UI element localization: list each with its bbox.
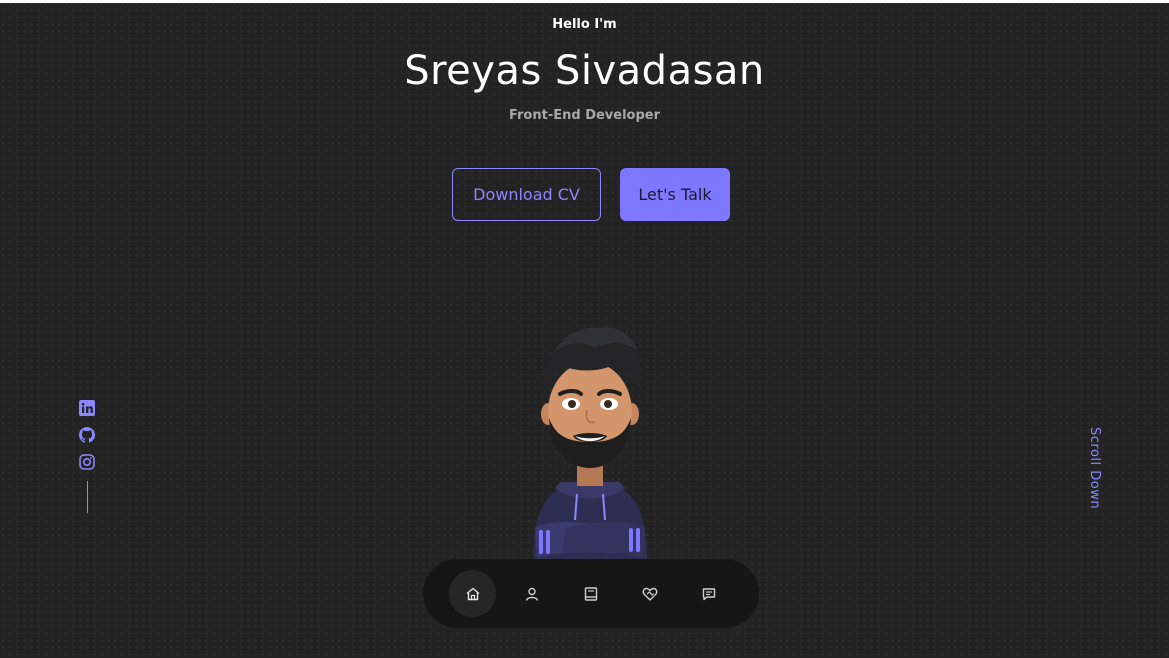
github-icon[interactable]: [79, 427, 95, 443]
page-title: Sreyas Sivadasan: [404, 48, 765, 94]
book-icon: [584, 586, 597, 601]
user-icon: [525, 587, 538, 601]
social-links: [79, 400, 95, 513]
scroll-down-link[interactable]: Scroll Down: [1087, 427, 1102, 509]
top-border: [0, 0, 1169, 3]
home-icon: [466, 587, 479, 600]
bottom-navigation: [423, 559, 759, 628]
nav-home[interactable]: [449, 570, 496, 617]
role-subtitle: Front-End Developer: [508, 108, 661, 123]
nav-about[interactable]: [508, 570, 555, 617]
greeting-text: Hello I'm: [552, 17, 617, 32]
instagram-icon[interactable]: [79, 454, 95, 470]
nav-contact[interactable]: [685, 570, 732, 617]
message-icon: [702, 587, 715, 600]
nav-experience[interactable]: [567, 570, 614, 617]
download-cv-button[interactable]: Download CV: [452, 168, 601, 221]
services-icon: [642, 587, 657, 601]
social-divider-line: [86, 481, 88, 513]
nav-services[interactable]: [626, 570, 673, 617]
lets-talk-button[interactable]: Let's Talk: [620, 168, 730, 221]
linkedin-icon[interactable]: [79, 400, 95, 416]
avatar-illustration: [533, 327, 647, 560]
